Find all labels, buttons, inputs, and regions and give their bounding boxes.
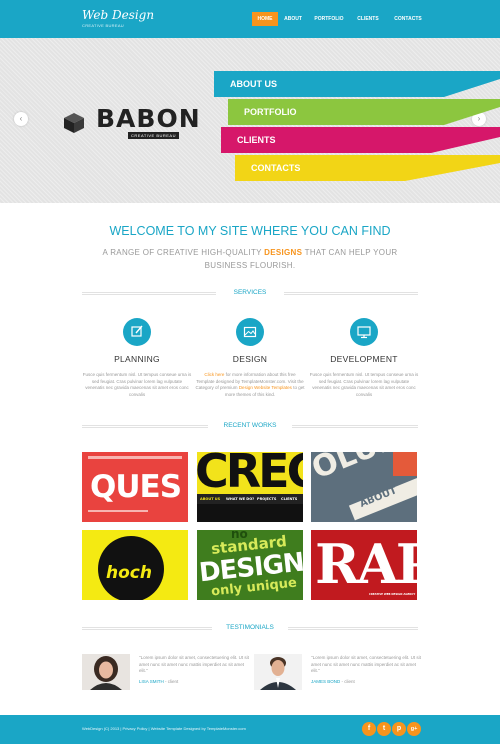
- testimonial-name[interactable]: JAMES BOND: [311, 679, 340, 684]
- work-text: CREC: [197, 452, 303, 498]
- edit-icon: [123, 318, 151, 346]
- service-text: Click here for more information about th…: [195, 372, 305, 398]
- testimonials-title: TESTIMONIALS: [220, 624, 280, 631]
- click-here-link[interactable]: Click here: [204, 372, 224, 377]
- welcome-sub-before: A RANGE OF CREATIVE HIGH-QUALITY: [102, 248, 265, 257]
- testimonial-name[interactable]: LISA SMITH: [139, 679, 164, 684]
- testimonial-author: LISA SMITH - client: [139, 679, 178, 684]
- testimonial-quote: "Lorem ipsum dolor sit amet, consectetue…: [139, 655, 249, 673]
- site-logo[interactable]: Web Design: [82, 8, 154, 22]
- ribbon-portfolio[interactable]: PORTFOLIO: [228, 99, 500, 125]
- monitor-icon: [350, 318, 378, 346]
- work-thumbnail[interactable]: QUES: [82, 452, 188, 522]
- work-nav-item: ABOUT US: [200, 497, 221, 501]
- nav-item-about[interactable]: ABOUT: [278, 12, 308, 26]
- service-planning: PLANNING Fusce quis fermentum nisl. Ut t…: [82, 318, 192, 398]
- section-title: TESTIMONIALS: [82, 624, 418, 632]
- work-thumbnail[interactable]: OLUNA ABOUT: [311, 452, 417, 522]
- footer-copyright: WebDesign (C) 2013 | Privacy Policy | We…: [82, 726, 246, 731]
- service-title: PLANNING: [114, 354, 160, 364]
- recent-works-title: RECENT WORKS: [217, 422, 283, 429]
- service-text: Fusce quis fermentum nisl. Ut tempus con…: [309, 372, 419, 397]
- ribbon-about-us[interactable]: ABOUT US: [214, 71, 500, 97]
- testimonials-heading: TESTIMONIALS: [82, 624, 418, 632]
- testimonial-author: JAMES BOND - client: [311, 679, 355, 684]
- twitter-icon[interactable]: t: [377, 722, 391, 736]
- nav-item-home[interactable]: HOME: [252, 12, 278, 26]
- hero-slider: ‹ › BABON CREATIVE BUREAU ABOUT US PORTF…: [0, 38, 500, 203]
- work-thumbnail[interactable]: CREC ABOUT US WHAT WE DO? PROJECTS CLIEN…: [197, 452, 303, 522]
- work-nav-item: PROJECTS: [257, 497, 277, 501]
- babon-cube-icon: [64, 113, 84, 133]
- hero-brand-name: BABON: [96, 104, 201, 133]
- work-decoration: [393, 452, 417, 476]
- work-thumbnail[interactable]: hoch: [82, 530, 188, 600]
- section-title: SERVICES: [82, 289, 418, 297]
- service-title: DEVELOPMENT: [330, 354, 398, 364]
- site-logo-tagline: CREATIVE BUREAU: [82, 23, 124, 28]
- testimonial-quote: "Lorem ipsum dolor sit amet, consectetue…: [311, 655, 421, 673]
- services-heading: SERVICES: [82, 289, 418, 297]
- work-decoration: [88, 510, 148, 512]
- recent-works-heading: RECENT WORKS: [82, 422, 418, 430]
- ribbon-portfolio-label: PORTFOLIO: [244, 107, 297, 117]
- work-nav-item: WHAT WE DO?: [226, 497, 255, 501]
- design-templates-link[interactable]: Design Website Templates: [239, 385, 292, 390]
- welcome-sub-highlight: DESIGNS: [264, 248, 303, 257]
- ribbon-contacts-label: CONTACTS: [251, 163, 301, 173]
- testimonial-role: - client: [163, 679, 179, 684]
- service-text: Fusce quis fermentum nisl. Ut tempus con…: [82, 372, 192, 397]
- service-development: DEVELOPMENT Fusce quis fermentum nisl. U…: [309, 318, 419, 398]
- nav-item-contacts[interactable]: CONTACTS: [386, 12, 430, 26]
- image-icon: [236, 318, 264, 346]
- nav-item-clients[interactable]: CLIENTS: [350, 12, 386, 26]
- work-decoration: [88, 456, 182, 459]
- ribbon-contacts[interactable]: CONTACTS: [235, 155, 500, 181]
- work-text: hoch: [106, 563, 152, 583]
- work-text: QUES: [90, 469, 182, 505]
- testimonial-avatar-lisa: [82, 654, 130, 690]
- site-footer: WebDesign (C) 2013 | Privacy Policy | We…: [0, 715, 500, 744]
- facebook-icon[interactable]: f: [362, 722, 376, 736]
- work-thumbnail[interactable]: no standard DESIGN only unique: [197, 530, 303, 600]
- service-design: DESIGN Click here for more information a…: [195, 318, 305, 398]
- service-title: DESIGN: [232, 354, 268, 364]
- welcome-subtitle: A RANGE OF CREATIVE HIGH-QUALITY DESIGNS…: [85, 246, 415, 272]
- work-thumbnail[interactable]: RAPI CREATIVE WEB DESIGN AGENCY: [311, 530, 417, 600]
- google-plus-icon[interactable]: g+: [407, 722, 421, 736]
- ribbon-about-us-label: ABOUT US: [230, 79, 277, 89]
- work-caption: CREATIVE WEB DESIGN AGENCY: [369, 593, 416, 596]
- slider-prev-button[interactable]: ‹: [14, 112, 28, 126]
- nav-item-portfolio[interactable]: PORTFOLIO: [308, 12, 350, 26]
- hero-brand-tag: CREATIVE BUREAU: [128, 132, 179, 139]
- main-nav: HOME ABOUT PORTFOLIO CLIENTS CONTACTS: [252, 12, 430, 26]
- work-nav-item: CLIENTS: [281, 497, 298, 501]
- services-title: SERVICES: [227, 289, 273, 296]
- work-decoration: [197, 504, 303, 522]
- section-title: RECENT WORKS: [82, 422, 418, 430]
- ribbon-clients[interactable]: CLIENTS: [221, 127, 500, 153]
- ribbon-clients-label: CLIENTS: [237, 135, 276, 145]
- work-text: RAPI: [315, 532, 417, 596]
- pinterest-icon[interactable]: p: [392, 722, 406, 736]
- welcome-title: WELCOME TO MY SITE WHERE YOU CAN FIND: [109, 224, 391, 238]
- site-header: Web Design CREATIVE BUREAU HOME ABOUT PO…: [0, 0, 500, 38]
- testimonial-role: - client: [340, 679, 355, 684]
- testimonial-avatar-james: [254, 654, 302, 690]
